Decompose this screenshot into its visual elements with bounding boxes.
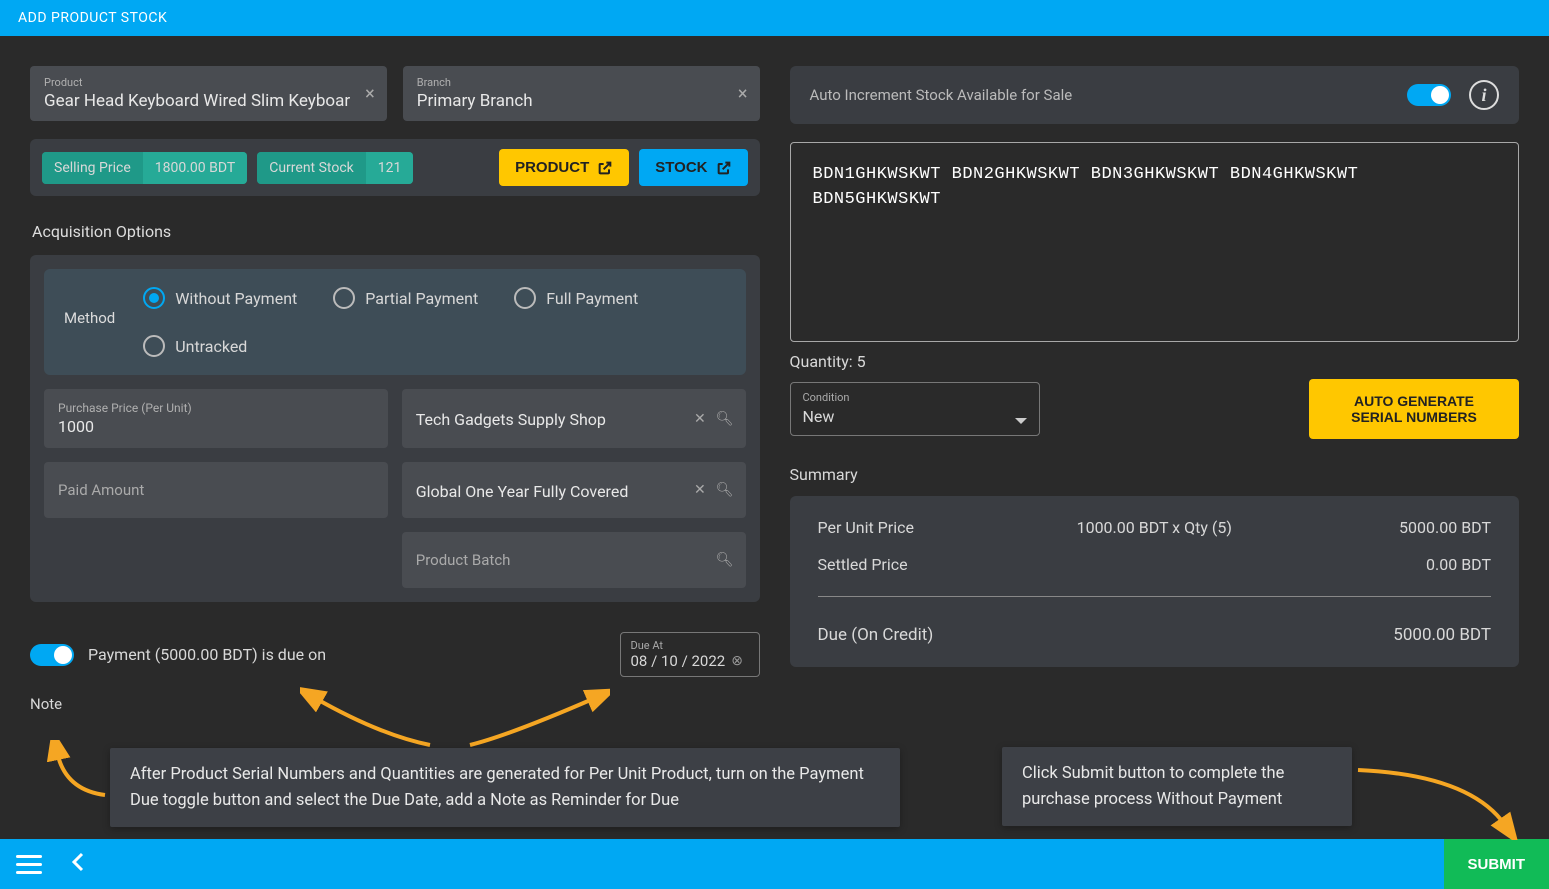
current-stock-value: 121 (366, 152, 414, 184)
radio-icon (143, 287, 165, 309)
submit-button[interactable]: SUBMIT (1444, 839, 1549, 889)
due-at-value: 08 / 10 / 2022 (631, 652, 726, 670)
stats-row: Selling Price 1800.00 BDT Current Stock … (30, 139, 760, 196)
stock-button[interactable]: STOCK (639, 149, 747, 186)
selling-price-label: Selling Price (42, 152, 143, 184)
condition-value: New (803, 407, 1027, 426)
paid-amount-field[interactable]: Paid Amount (44, 462, 388, 518)
close-icon[interactable]: ✕ (694, 482, 706, 498)
current-stock-label: Current Stock (257, 152, 366, 184)
external-link-icon (597, 160, 613, 176)
radio-partial-payment[interactable]: Partial Payment (333, 287, 478, 309)
close-icon[interactable]: ✕ (694, 411, 706, 427)
warranty-field[interactable]: Global One Year Fully Covered ✕ 🔍︎ (402, 462, 746, 518)
external-link-icon (716, 160, 732, 176)
condition-label: Condition (803, 391, 850, 404)
radio-full-payment[interactable]: Full Payment (514, 287, 638, 309)
close-icon[interactable]: × (738, 83, 748, 104)
warranty-value: Global One Year Fully Covered (416, 482, 732, 501)
branch-label: Branch (417, 76, 746, 89)
close-icon[interactable]: × (365, 83, 375, 104)
summary-row: Per Unit Price 1000.00 BDT x Qty (5) 500… (818, 518, 1492, 537)
auto-increment-toggle[interactable] (1407, 84, 1451, 106)
help-tooltip-right: Click Submit button to complete the purc… (1002, 747, 1352, 826)
selling-price-value: 1800.00 BDT (143, 152, 247, 184)
acquisition-title: Acquisition Options (32, 222, 760, 241)
radio-icon (333, 287, 355, 309)
branch-field[interactable]: Branch Primary Branch × (403, 66, 760, 121)
footer-bar: SUBMIT (0, 839, 1549, 889)
method-label: Method (64, 287, 115, 327)
page-title: ADD PRODUCT STOCK (18, 10, 167, 26)
purchase-price-field[interactable]: Purchase Price (Per Unit) 1000 (44, 389, 388, 448)
payment-due-label: Payment (5000.00 BDT) is due on (88, 645, 326, 664)
current-stock-chip: Current Stock 121 (257, 152, 413, 184)
info-icon[interactable]: i (1469, 80, 1499, 110)
product-field[interactable]: Product Gear Head Keyboard Wired Slim Ke… (30, 66, 387, 121)
chevron-down-icon (1015, 418, 1027, 424)
paid-amount-placeholder: Paid Amount (58, 481, 374, 499)
due-at-label: Due At (631, 639, 749, 652)
product-button[interactable]: PRODUCT (499, 149, 629, 186)
radio-icon (143, 335, 165, 357)
help-tooltip-left: After Product Serial Numbers and Quantit… (110, 748, 900, 827)
supplier-field[interactable]: Tech Gadgets Supply Shop ✕ 🔍︎ (402, 389, 746, 448)
summary-row: Settled Price 0.00 BDT (818, 555, 1492, 574)
product-batch-field[interactable]: Product Batch 🔍︎ (402, 532, 746, 588)
product-value: Gear Head Keyboard Wired Slim Keyboar (44, 91, 373, 111)
auto-generate-button[interactable]: AUTO GENERATE SERIAL NUMBERS (1309, 379, 1519, 439)
serial-numbers-textarea[interactable]: BDN1GHKWSKWT BDN2GHKWSKWT BDN3GHKWSKWT B… (790, 142, 1520, 342)
page-title-bar: ADD PRODUCT STOCK (0, 0, 1549, 36)
search-icon[interactable]: 🔍︎ (716, 552, 734, 568)
product-batch-placeholder: Product Batch (416, 551, 732, 569)
branch-value: Primary Branch (417, 91, 746, 111)
radio-untracked[interactable]: Untracked (143, 335, 725, 357)
search-icon[interactable]: 🔍︎ (716, 482, 734, 498)
close-icon[interactable]: ⊗ (731, 653, 743, 669)
selling-price-chip: Selling Price 1800.00 BDT (42, 152, 247, 184)
purchase-price-label: Purchase Price (Per Unit) (58, 401, 374, 415)
radio-icon (514, 287, 536, 309)
purchase-price-value: 1000 (58, 417, 374, 436)
payment-due-toggle[interactable] (30, 644, 74, 666)
product-label: Product (44, 76, 373, 89)
quantity-label: Quantity: 5 (790, 352, 1520, 371)
payment-method-panel: Method Without Payment Partial Payment F… (44, 269, 746, 375)
summary-panel: Per Unit Price 1000.00 BDT x Qty (5) 500… (790, 496, 1520, 667)
menu-icon[interactable] (16, 855, 42, 874)
radio-without-payment[interactable]: Without Payment (143, 287, 297, 309)
due-date-field[interactable]: Due At 08 / 10 / 2022 ⊗ (620, 632, 760, 677)
note-label: Note (30, 695, 760, 713)
supplier-value: Tech Gadgets Supply Shop (416, 410, 732, 429)
summary-title: Summary (790, 465, 1520, 484)
back-icon[interactable] (70, 850, 86, 878)
search-icon[interactable]: 🔍︎ (716, 411, 734, 427)
auto-increment-label: Auto Increment Stock Available for Sale (810, 86, 1390, 104)
condition-select[interactable]: Condition New (790, 382, 1040, 436)
summary-due-row: Due (On Credit) 5000.00 BDT (818, 625, 1492, 645)
